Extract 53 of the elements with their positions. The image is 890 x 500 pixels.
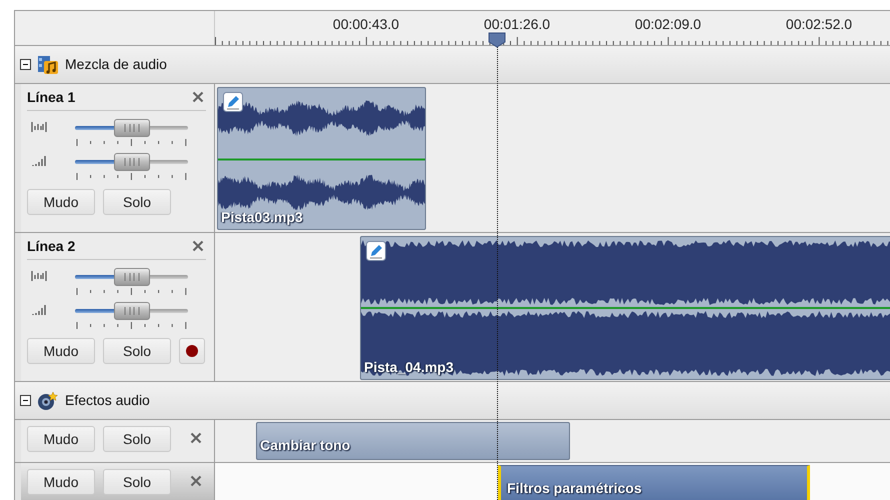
clip-name: Cambiar tono	[260, 436, 350, 455]
slider-track[interactable]	[75, 119, 188, 137]
toggle-button[interactable]: Solo	[103, 469, 171, 495]
close-icon	[190, 475, 202, 487]
clip-name: Filtros paramétricos	[507, 479, 642, 498]
pan-icon	[31, 122, 47, 132]
group-header[interactable]: Efectos audio	[15, 382, 890, 420]
slider-thumb[interactable]	[114, 153, 150, 171]
toggle-button[interactable]: Solo	[103, 189, 171, 215]
close-button[interactable]	[188, 430, 204, 446]
toggle-button[interactable]: Mudo	[27, 338, 95, 364]
track-name: Línea 1	[27, 88, 76, 106]
close-icon	[190, 432, 202, 444]
pan-icon	[31, 271, 47, 281]
slider-track[interactable]	[75, 302, 188, 320]
toggle-button[interactable]: Mudo	[27, 189, 95, 215]
collapse-icon[interactable]	[20, 395, 31, 406]
volume-bars-icon	[31, 156, 47, 166]
close-icon	[192, 240, 204, 252]
toggle-button[interactable]: Mudo	[27, 426, 95, 452]
music-folder-icon	[37, 54, 59, 74]
speaker-star-icon	[37, 390, 59, 410]
audio-clip[interactable]: Pista_04.mp3	[360, 236, 890, 380]
time-label: 00:02:09.0	[634, 15, 702, 34]
group-title: Efectos audio	[65, 391, 150, 410]
track-header[interactable]: Mudo Solo	[21, 463, 215, 500]
edit-icon[interactable]	[366, 241, 386, 261]
group-header[interactable]: Mezcla de audio	[15, 46, 890, 84]
slider-track[interactable]	[75, 153, 188, 171]
slider-thumb[interactable]	[114, 302, 150, 320]
close-button[interactable]	[190, 238, 206, 254]
toggle-button[interactable]: Solo	[103, 426, 171, 452]
effect-clip[interactable]: Filtros paramétricos	[498, 465, 810, 500]
slider-track[interactable]	[75, 268, 188, 286]
group-title: Mezcla de audio	[65, 55, 167, 74]
close-icon	[192, 91, 204, 103]
clip-name: Pista_04.mp3	[364, 358, 454, 377]
toggle-button[interactable]: Mudo	[27, 469, 95, 495]
toggle-button[interactable]: Solo	[103, 338, 171, 364]
clip-name: Pista03.mp3	[221, 208, 303, 227]
slider-thumb[interactable]	[114, 119, 150, 137]
time-label: 00:01:26.0	[484, 15, 550, 34]
track-name: Línea 2	[27, 236, 76, 256]
close-button[interactable]	[190, 89, 206, 105]
volume-bars-icon	[31, 305, 47, 315]
close-button[interactable]	[188, 473, 204, 489]
track-header[interactable]: Mudo Solo	[21, 420, 215, 462]
collapse-icon[interactable]	[20, 59, 31, 70]
record-button[interactable]	[179, 338, 205, 364]
time-label: 00:02:52.0	[786, 15, 852, 34]
edit-icon[interactable]	[223, 92, 243, 112]
slider-thumb[interactable]	[114, 268, 150, 286]
time-label: 00:00:43.0	[332, 15, 400, 34]
